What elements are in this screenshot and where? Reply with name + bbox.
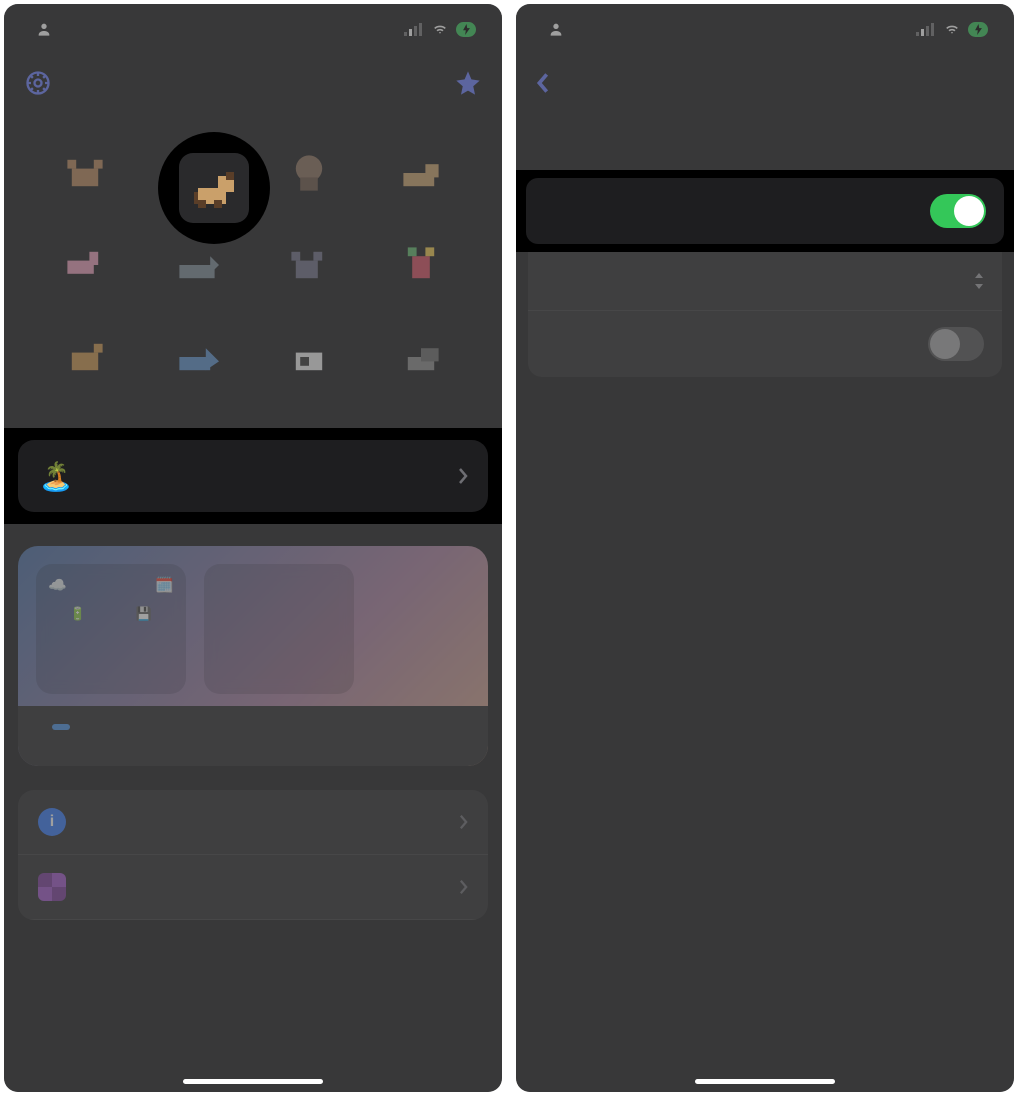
always-show-row[interactable] (526, 178, 1004, 244)
new-badge (52, 724, 70, 730)
pal-12[interactable] (370, 326, 472, 388)
pal-5[interactable] (34, 234, 136, 296)
transparent-background-row[interactable] (18, 855, 488, 920)
person-icon (548, 21, 564, 37)
pal-6[interactable] (146, 234, 248, 296)
up-down-icon (974, 273, 984, 289)
selected-pal-highlight[interactable] (158, 132, 270, 244)
battery-badge (456, 22, 476, 37)
cellular-icon (404, 22, 424, 36)
home-indicator[interactable] (695, 1079, 835, 1084)
settings-list (528, 252, 1002, 377)
chevron-right-icon (459, 879, 468, 895)
left-screenshot: 🏝️ ☁️ 🗓️ (4, 4, 502, 1092)
always-show-strip (516, 170, 1014, 252)
help-list: i (18, 790, 488, 920)
pal-4[interactable] (370, 142, 472, 204)
wifi-icon (942, 22, 962, 36)
always-show-toggle[interactable] (930, 194, 986, 228)
dog-icon (190, 164, 238, 212)
pal-9[interactable] (34, 326, 136, 388)
gear-icon (24, 69, 52, 97)
action-row[interactable] (528, 252, 1002, 310)
info-backgrounds-card[interactable]: ☁️ 🗓️ 🔋 💾 (18, 546, 488, 766)
favorite-star-button[interactable] (454, 69, 482, 97)
show-second-row[interactable] (528, 310, 1002, 377)
pal-7[interactable] (258, 234, 360, 296)
show-second-toggle[interactable] (928, 327, 984, 361)
settings-gear-button[interactable] (24, 69, 52, 97)
right-screenshot (516, 4, 1014, 1092)
weather-icon: ☁️ (48, 576, 67, 594)
chevron-right-icon (458, 467, 468, 485)
nav-bar (4, 54, 502, 112)
pal-10[interactable] (146, 326, 248, 388)
chevron-left-icon (536, 72, 550, 94)
pal-1[interactable] (34, 142, 136, 204)
checker-icon (38, 873, 66, 901)
widget-instructions-row[interactable]: i (18, 790, 488, 855)
battery-icon: 🔋 (70, 606, 86, 622)
home-indicator[interactable] (183, 1079, 323, 1084)
cellular-icon (916, 22, 936, 36)
person-icon (36, 21, 52, 37)
wifi-icon (430, 22, 450, 36)
info-icon: i (38, 808, 66, 836)
chevron-right-icon (459, 814, 468, 830)
storage-icon: 💾 (136, 606, 152, 622)
nav-bar (516, 54, 1014, 112)
pal-8[interactable] (370, 234, 472, 296)
dynamic-island-strip: 🏝️ (4, 428, 502, 524)
back-button[interactable] (536, 72, 552, 94)
dynamic-island-row[interactable]: 🏝️ (18, 440, 488, 512)
island-icon: 🏝️ (38, 458, 74, 494)
pal-3[interactable] (258, 142, 360, 204)
status-bar (516, 4, 1014, 54)
star-icon (454, 69, 482, 97)
status-bar (4, 4, 502, 54)
pal-11[interactable] (258, 326, 360, 388)
battery-badge (968, 22, 988, 37)
